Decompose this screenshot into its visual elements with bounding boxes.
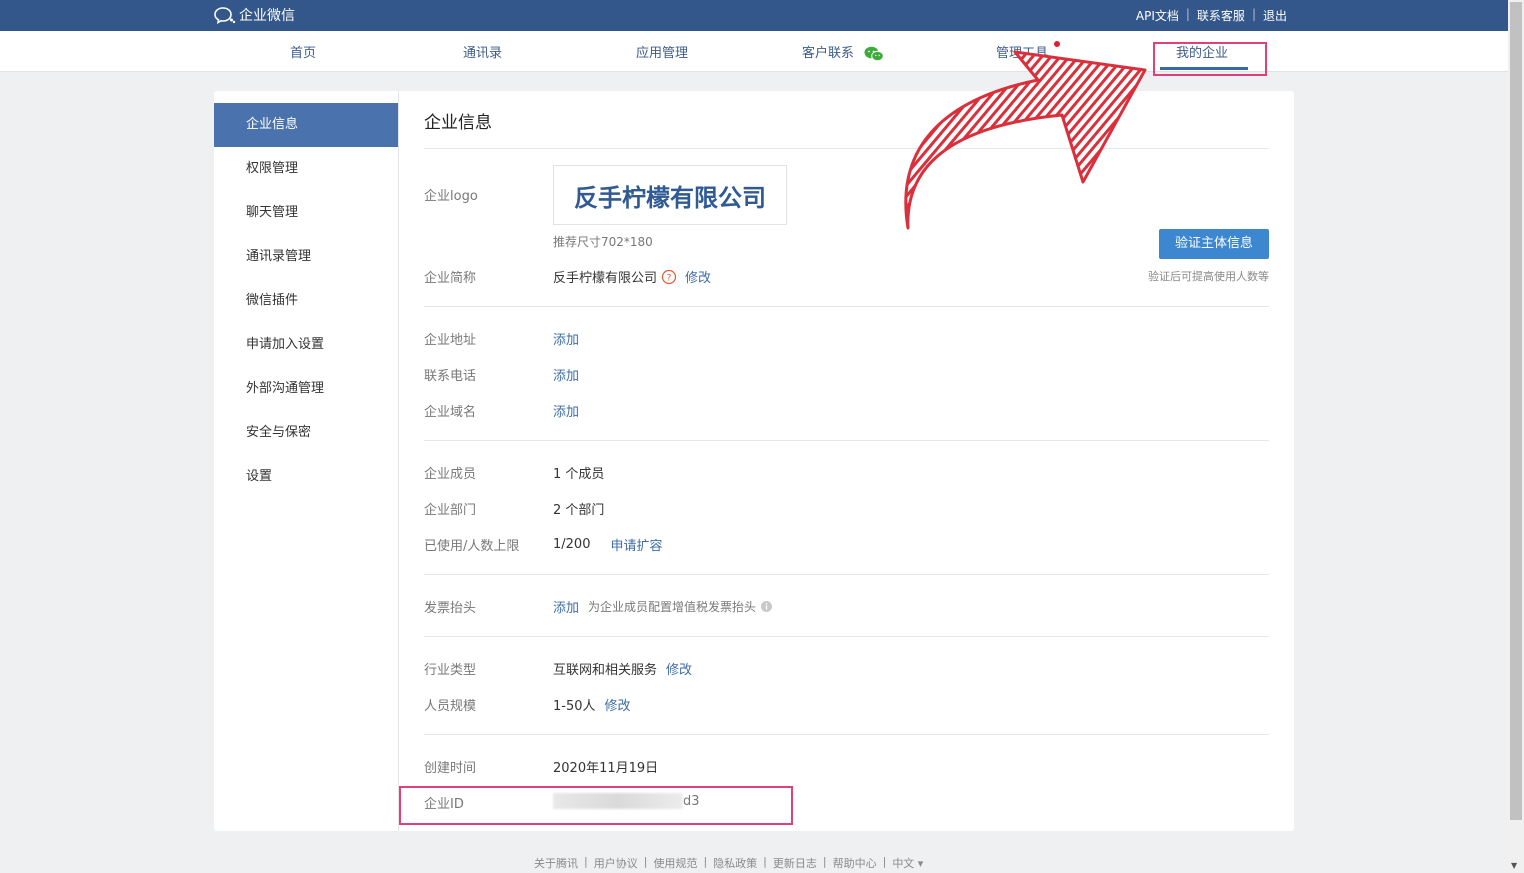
invoice-row: 添加 为企业成员配置增值税发票抬头 <box>553 597 773 616</box>
nav-management-tools[interactable]: 管理工具 <box>996 42 1048 61</box>
nav-home[interactable]: 首页 <box>290 42 316 61</box>
top-bar: 企业微信 API文档 | 联系客服 | 退出 <box>0 0 1508 31</box>
scale-label: 人员规模 <box>424 699 477 714</box>
sidebar-item-settings[interactable]: 设置 <box>214 455 398 499</box>
wechat-icon <box>864 46 884 61</box>
quota-label: 已使用/人数上限 <box>424 539 520 554</box>
scrollbar-thumb[interactable] <box>1510 2 1522 820</box>
wecom-logo-icon <box>214 7 236 24</box>
info-icon[interactable] <box>760 600 773 613</box>
nav-customer-contact-label: 客户联系 <box>802 46 855 61</box>
industry-value: 互联网和相关服务 <box>553 663 658 678</box>
notification-dot <box>1054 41 1060 47</box>
enterprise-logo[interactable]: 反手柠檬有限公司 <box>553 165 787 225</box>
sidebar-item-enterprise-info[interactable]: 企业信息 <box>214 103 398 147</box>
invoice-description: 为企业成员配置增值税发票抬头 <box>588 600 757 614</box>
sidebar-item-contacts-management[interactable]: 通讯录管理 <box>214 235 398 279</box>
sidebar-item-join-settings[interactable]: 申请加入设置 <box>214 323 398 367</box>
highlight-box-my-enterprise <box>1153 42 1267 76</box>
separator: | <box>1251 7 1256 21</box>
short-name-row: 反手柠檬有限公司 ? 修改 <box>553 267 711 286</box>
created-value: 2020年11月19日 <box>553 761 659 776</box>
nav-customer-contact[interactable]: 客户联系 <box>802 42 884 62</box>
divider <box>424 734 1269 735</box>
verify-hint: 验证后可提高使用人数等 <box>1148 270 1269 283</box>
app-name: 企业微信 <box>239 8 295 24</box>
short-name-value: 反手柠檬有限公司 <box>553 271 658 286</box>
sidebar-item-security[interactable]: 安全与保密 <box>214 411 398 455</box>
sidebar-item-chat-management[interactable]: 聊天管理 <box>214 191 398 235</box>
quota-value: 1/200 <box>553 537 591 552</box>
industry-row: 互联网和相关服务 修改 <box>553 659 692 678</box>
short-name-label: 企业简称 <box>424 271 477 286</box>
footer-link-privacy[interactable]: 隐私政策 <box>707 855 763 871</box>
logo-label: 企业logo <box>424 189 478 204</box>
nav-app-management[interactable]: 应用管理 <box>636 42 688 61</box>
vertical-scrollbar[interactable]: ▼ <box>1508 0 1524 873</box>
page-title: 企业信息 <box>424 113 492 133</box>
highlight-box-corp-id <box>399 786 793 825</box>
language-selector[interactable]: 中文 ▾ <box>886 855 929 871</box>
sidebar-item-external-communication[interactable]: 外部沟通管理 <box>214 367 398 411</box>
api-docs-link[interactable]: API文档 <box>1129 7 1186 24</box>
footer: 关于腾讯 | 用户协议 | 使用规范 | 隐私政策 | 更新日志 | 帮助中心 | 中文 ▾ <box>528 855 929 871</box>
sidebar-item-wechat-plugin[interactable]: 微信插件 <box>214 279 398 323</box>
main-nav: 首页 通讯录 应用管理 客户联系 管理工具 我的企业 <box>0 31 1508 72</box>
footer-link-help[interactable]: 帮助中心 <box>827 855 883 871</box>
footer-link-about[interactable]: 关于腾讯 <box>528 855 584 871</box>
created-label: 创建时间 <box>424 761 477 776</box>
members-label: 企业成员 <box>424 467 477 482</box>
sidebar-item-permissions[interactable]: 权限管理 <box>214 147 398 191</box>
footer-link-user-agreement[interactable]: 用户协议 <box>588 855 644 871</box>
divider <box>424 148 1269 149</box>
sidebar: 企业信息 权限管理 聊天管理 通讯录管理 微信插件 申请加入设置 外部沟通管理 … <box>214 103 398 499</box>
members-value: 1 个成员 <box>553 467 605 482</box>
enterprise-card: 企业信息 权限管理 聊天管理 通讯录管理 微信插件 申请加入设置 外部沟通管理 … <box>214 91 1294 831</box>
verify-entity-button[interactable]: 验证主体信息 <box>1159 229 1269 259</box>
svg-text:?: ? <box>667 273 672 283</box>
footer-link-changelog[interactable]: 更新日志 <box>767 855 823 871</box>
industry-label: 行业类型 <box>424 663 477 678</box>
quota-row: 1/200 申请扩容 <box>553 535 662 554</box>
footer-link-usage-policy[interactable]: 使用规范 <box>647 855 703 871</box>
edit-industry-link[interactable]: 修改 <box>666 659 692 678</box>
expand-quota-link[interactable]: 申请扩容 <box>610 535 662 554</box>
scale-value: 1-50人 <box>553 699 596 714</box>
phone-label: 联系电话 <box>424 369 477 384</box>
departments-label: 企业部门 <box>424 503 477 518</box>
divider <box>424 306 1269 307</box>
contact-support-link[interactable]: 联系客服 <box>1190 7 1252 24</box>
edit-short-name-link[interactable]: 修改 <box>685 267 711 286</box>
sidebar-divider <box>398 91 399 831</box>
add-phone-link[interactable]: 添加 <box>553 365 579 384</box>
add-domain-link[interactable]: 添加 <box>553 401 579 420</box>
logout-link[interactable]: 退出 <box>1256 7 1294 24</box>
scroll-down-arrow-icon[interactable]: ▼ <box>1511 861 1517 870</box>
top-links: API文档 | 联系客服 | 退出 <box>1129 7 1294 24</box>
brand[interactable]: 企业微信 <box>214 5 295 25</box>
address-label: 企业地址 <box>424 333 477 348</box>
scale-row: 1-50人 修改 <box>553 695 631 714</box>
separator: | <box>1185 7 1190 21</box>
nav-contacts[interactable]: 通讯录 <box>463 42 502 61</box>
add-invoice-link[interactable]: 添加 <box>553 597 579 616</box>
divider <box>424 440 1269 441</box>
edit-scale-link[interactable]: 修改 <box>605 695 631 714</box>
domain-label: 企业域名 <box>424 405 477 420</box>
logo-text: 反手柠檬有限公司 <box>574 183 766 212</box>
add-address-link[interactable]: 添加 <box>553 329 579 348</box>
logo-size-hint: 推荐尺寸702*180 <box>553 235 653 249</box>
divider <box>424 636 1269 637</box>
departments-value: 2 个部门 <box>553 503 605 518</box>
help-icon[interactable]: ? <box>661 269 677 285</box>
invoice-label: 发票抬头 <box>424 601 477 616</box>
divider <box>424 574 1269 575</box>
